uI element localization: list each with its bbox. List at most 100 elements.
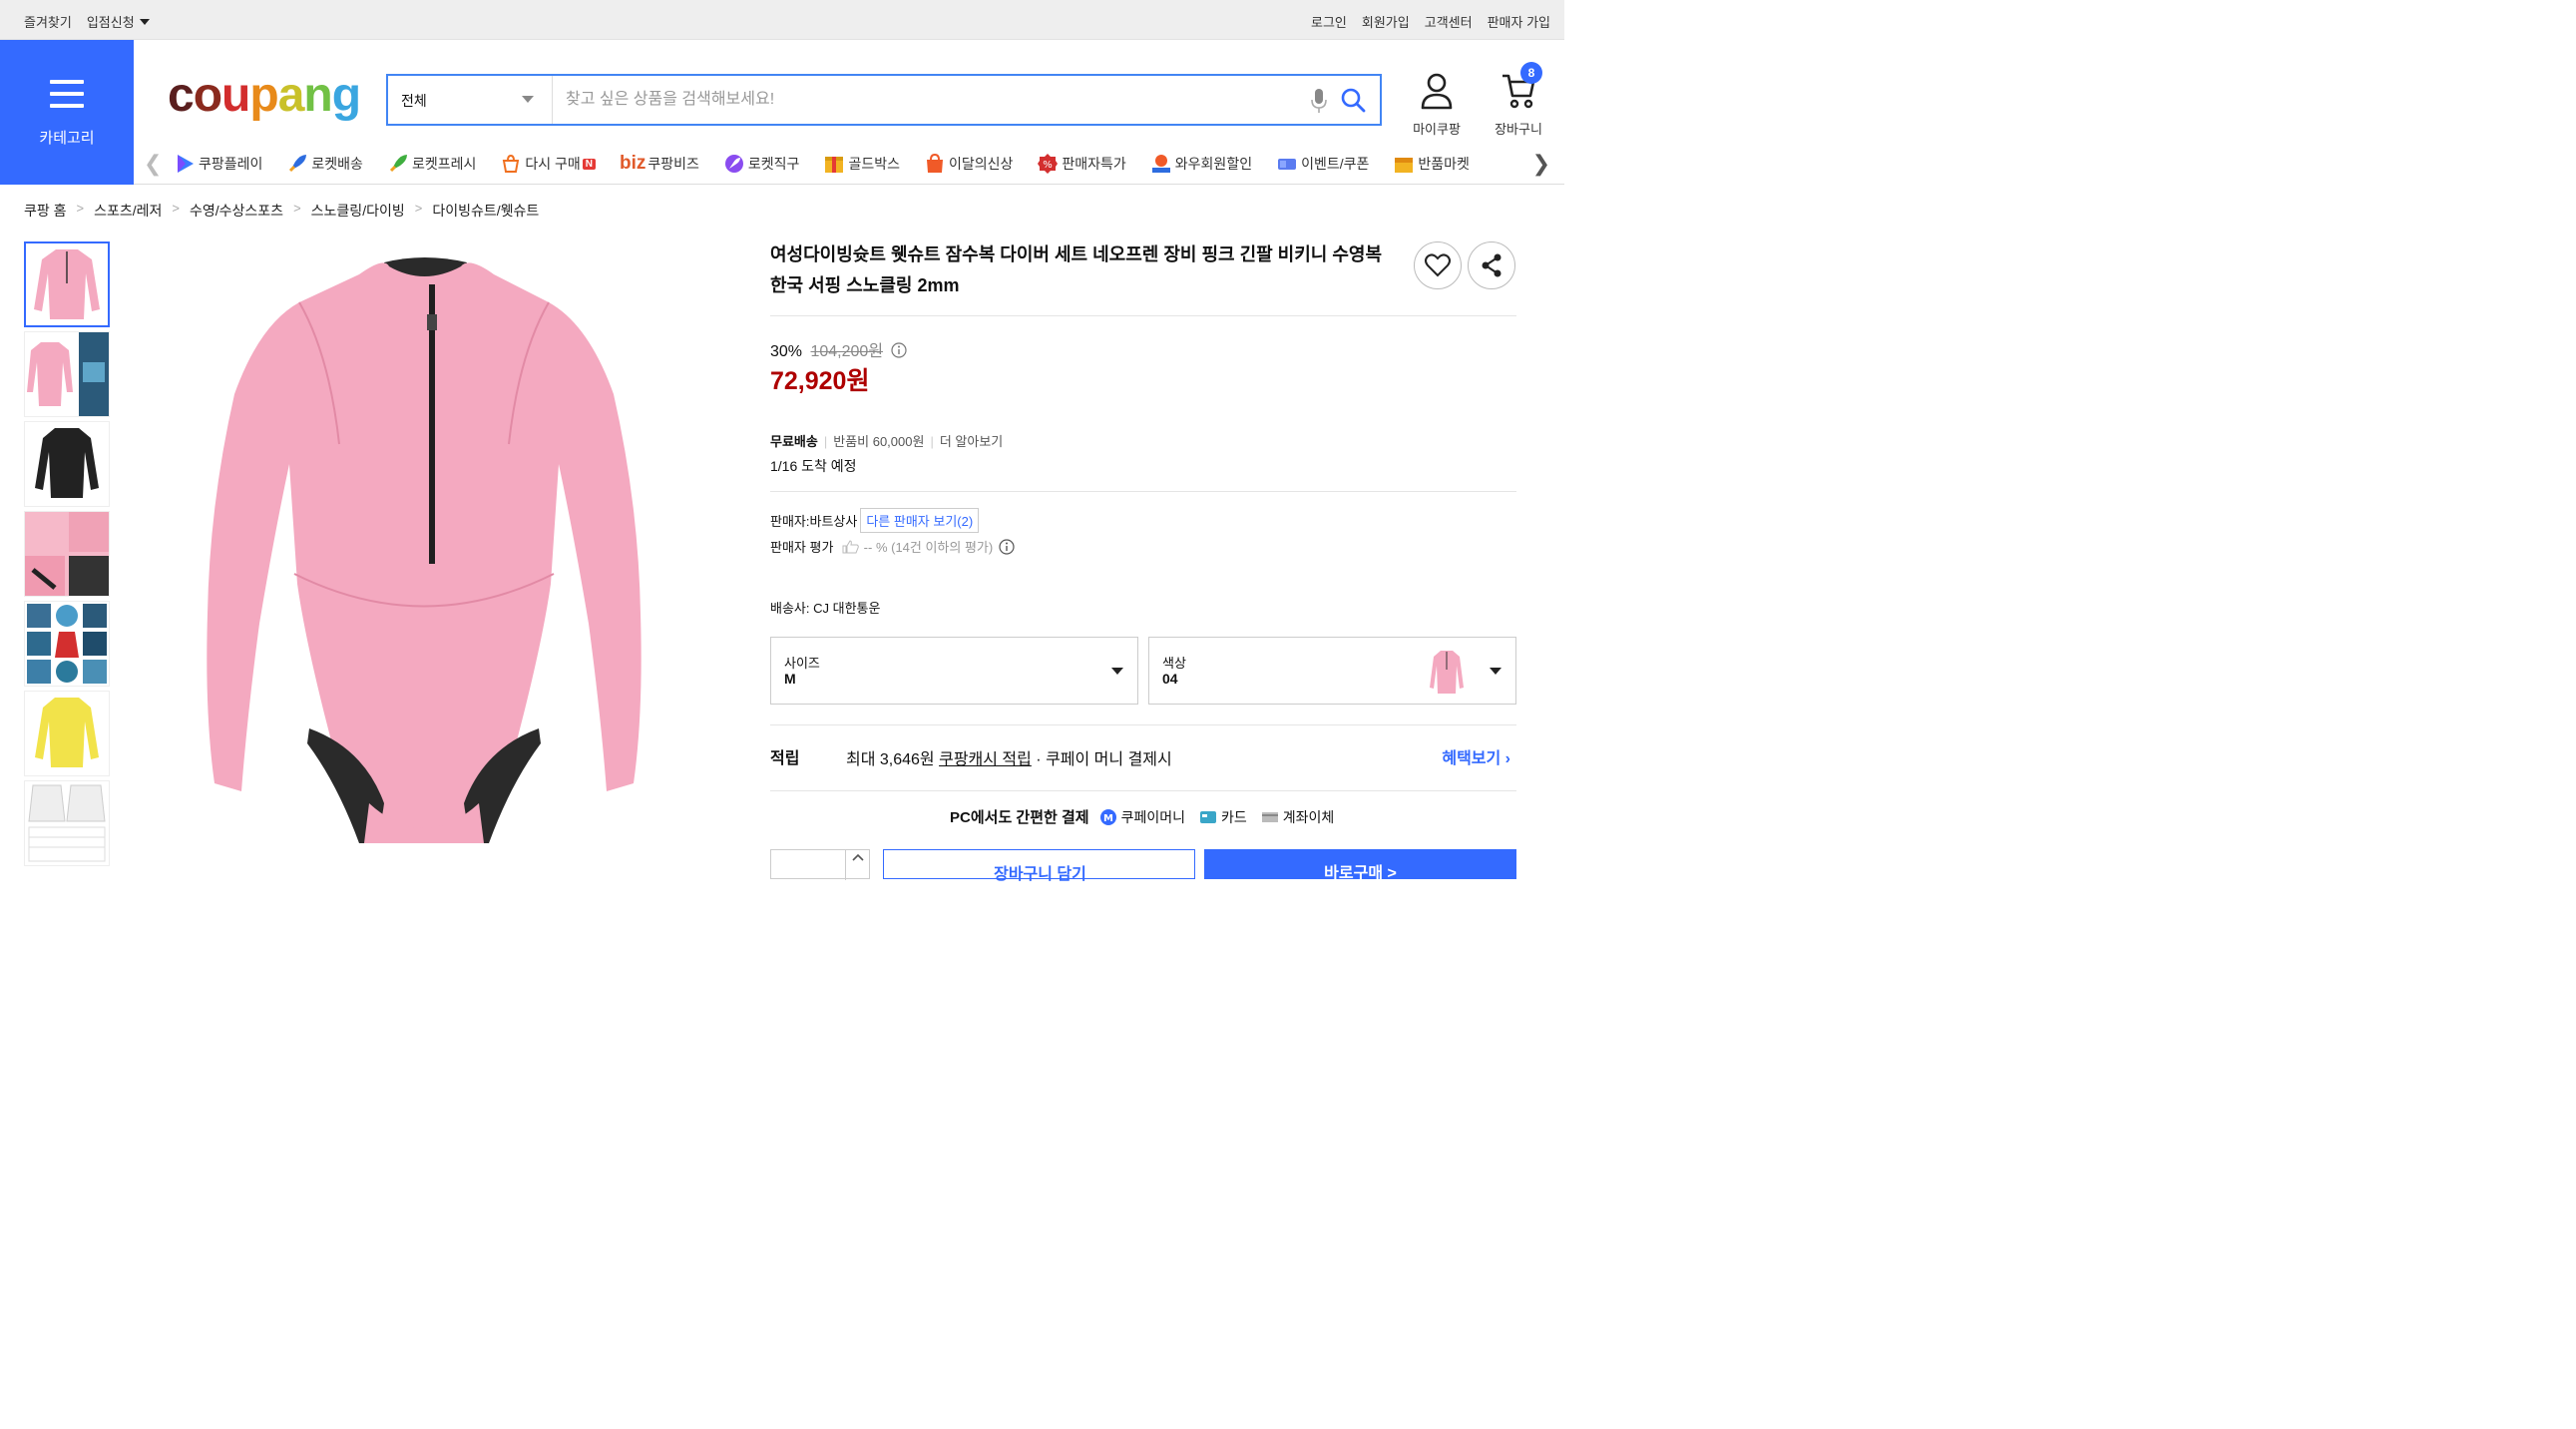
catnav-item-coupang-play[interactable]: 쿠팡플레이 bbox=[174, 144, 262, 184]
biz-icon: biz bbox=[620, 153, 646, 174]
catnav-item-rocket-global[interactable]: 로켓직구 bbox=[723, 144, 799, 184]
thumbnail-list bbox=[24, 241, 110, 870]
color-select[interactable]: 색상 04 bbox=[1148, 637, 1516, 705]
catnav-item-return-market[interactable]: 반품마켓 bbox=[1393, 144, 1470, 184]
chevron-down-icon bbox=[1111, 668, 1123, 675]
catnav-label: 다시 구매 bbox=[525, 156, 581, 172]
quantity-stepper[interactable] bbox=[770, 849, 870, 880]
breadcrumb-item[interactable]: 스포츠/레저 bbox=[94, 201, 162, 221]
shipping-info: 무료배송 | 반품비 60,000원 | 더 알아보기 bbox=[770, 434, 1004, 449]
chevron-down-icon bbox=[1490, 668, 1502, 675]
catnav-item-rocket-fresh[interactable]: 로켓프레시 bbox=[387, 144, 476, 184]
thumbnail-color-grid[interactable] bbox=[24, 601, 110, 687]
hamburger-icon bbox=[50, 80, 84, 116]
seller-signup-link[interactable]: 판매자 가입 bbox=[1488, 12, 1550, 31]
microphone-icon[interactable] bbox=[1310, 88, 1328, 114]
catnav-item-seller-deal[interactable]: % 판매자특가 bbox=[1037, 144, 1126, 184]
catnav-item-new-arrival[interactable]: 이달의신상 bbox=[924, 144, 1013, 184]
info-icon[interactable] bbox=[999, 539, 1015, 555]
coupang-logo[interactable]: coupang bbox=[168, 70, 361, 122]
size-select-value: M bbox=[784, 671, 796, 687]
seller-deal-icon: % bbox=[1038, 154, 1059, 174]
buy-now-button[interactable]: 바로구매 > bbox=[1204, 849, 1516, 882]
bank-icon bbox=[1261, 811, 1278, 822]
payment-method-label: 쿠페이머니 bbox=[1120, 808, 1185, 825]
size-select[interactable]: 사이즈 M bbox=[770, 637, 1138, 705]
main-product-image[interactable] bbox=[190, 244, 658, 863]
thumbnail-pink-suit-collage[interactable] bbox=[24, 331, 110, 417]
catnav-label: 와우회원할인 bbox=[1174, 156, 1253, 172]
thumbnail-pink-suit[interactable] bbox=[24, 241, 110, 327]
top-utility-bar: 즐겨찾기 입점신청 로그인 회원가입 고객센터 판매자 가입 bbox=[0, 0, 1564, 40]
search-icon[interactable] bbox=[1340, 87, 1366, 113]
share-button[interactable] bbox=[1468, 241, 1515, 289]
thumbs-up-icon bbox=[842, 540, 859, 554]
other-sellers-button[interactable]: 다른 판매자 보기(2) bbox=[860, 508, 980, 533]
catnav-item-rebuy[interactable]: 다시 구매 N bbox=[500, 144, 596, 184]
thumbnail-detail-closeups[interactable] bbox=[24, 511, 110, 597]
bookmark-link[interactable]: 즐겨찾기 bbox=[24, 12, 72, 31]
return-fee: 반품비 60,000원 bbox=[833, 434, 925, 449]
info-icon[interactable] bbox=[890, 342, 907, 358]
catnav-label: 쿠팡비즈 bbox=[647, 156, 699, 172]
my-coupang-button[interactable]: 마이쿠팡 bbox=[1407, 72, 1467, 138]
coupang-cash-link[interactable]: 쿠팡캐시 적립 bbox=[939, 751, 1032, 768]
cart-button[interactable]: 8 장바구니 bbox=[1489, 62, 1548, 138]
thumbnail-yellow-suit[interactable] bbox=[24, 691, 110, 776]
divider bbox=[770, 790, 1516, 791]
breadcrumb-item[interactable]: 수영/수상스포츠 bbox=[190, 201, 283, 221]
catnav-item-rocket[interactable]: 로켓배송 bbox=[286, 144, 363, 184]
nav-next-arrow-icon[interactable]: ❯ bbox=[1532, 153, 1550, 175]
card-icon bbox=[1199, 810, 1216, 823]
breadcrumb-item[interactable]: 다이빙슈트/웻슈트 bbox=[432, 201, 539, 221]
seller-rating-row: 판매자 평가 -- % (14건 이하의 평가) bbox=[770, 537, 1015, 556]
divider bbox=[770, 491, 1516, 492]
add-to-cart-label: 장바구니 담기 bbox=[994, 866, 1086, 883]
size-select-label: 사이즈 bbox=[784, 656, 820, 671]
cart-count-badge: 8 bbox=[1520, 62, 1542, 84]
catnav-label: 쿠팡플레이 bbox=[199, 156, 263, 172]
search-category-value: 전체 bbox=[401, 93, 427, 109]
login-link[interactable]: 로그인 bbox=[1311, 12, 1347, 31]
payment-methods-row: PC에서도 간편한 결제 M 쿠페이머니 카드 계좌이체 bbox=[950, 806, 1348, 827]
payment-coupay-money: M 쿠페이머니 bbox=[1099, 807, 1185, 827]
payment-title: PC에서도 간편한 결제 bbox=[950, 809, 1089, 826]
cart-label: 장바구니 bbox=[1495, 122, 1542, 137]
chevron-up-icon bbox=[852, 853, 864, 861]
catnav-item-goldbox[interactable]: 골드박스 bbox=[823, 144, 900, 184]
svg-text:%: % bbox=[1044, 160, 1054, 171]
color-select-label: 색상 bbox=[1162, 656, 1186, 671]
more-info-link[interactable]: 더 알아보기 bbox=[940, 434, 1003, 449]
thumbnail-black-suit[interactable] bbox=[24, 421, 110, 507]
quantity-increase-button[interactable] bbox=[845, 850, 869, 880]
user-icon bbox=[1421, 73, 1453, 110]
coupay-icon: M bbox=[1099, 808, 1116, 825]
reward-text-pre: 최대 3,646원 bbox=[846, 751, 940, 768]
search-category-select[interactable]: 전체 bbox=[388, 76, 553, 124]
my-coupang-label: 마이쿠팡 bbox=[1413, 122, 1461, 137]
thumbnail-size-chart[interactable] bbox=[24, 780, 110, 866]
breadcrumb-item[interactable]: 쿠팡 홈 bbox=[24, 201, 67, 221]
category-menu-button[interactable]: 카테고리 bbox=[0, 40, 134, 185]
wishlist-button[interactable] bbox=[1414, 241, 1462, 289]
reward-label: 적립 bbox=[770, 750, 800, 767]
catnav-label: 반품마켓 bbox=[1418, 156, 1470, 172]
seller-rating-value: -- % (14건 이하의 평가) bbox=[863, 540, 994, 555]
breadcrumb-item[interactable]: 스노클링/다이빙 bbox=[311, 201, 405, 221]
signup-link[interactable]: 회원가입 bbox=[1362, 12, 1410, 31]
catnav-item-biz[interactable]: biz 쿠팡비즈 bbox=[620, 144, 699, 184]
discount-row: 30% 104,200원 bbox=[770, 337, 907, 361]
seller-apply-label: 입점신청 bbox=[86, 15, 135, 30]
customer-center-link[interactable]: 고객센터 bbox=[1425, 12, 1473, 31]
nav-prev-arrow-icon[interactable]: ❮ bbox=[144, 153, 162, 175]
product-title-line-2: 한국 서핑 스노클링 2mm bbox=[770, 275, 960, 295]
search-bar: 전체 bbox=[386, 74, 1382, 126]
color-select-value: 04 bbox=[1162, 671, 1178, 687]
seller-apply-link[interactable]: 입점신청 bbox=[87, 12, 150, 31]
benefit-link[interactable]: 혜택보기 › bbox=[1442, 744, 1510, 768]
catnav-item-wow[interactable]: 와우회원할인 bbox=[1150, 144, 1252, 184]
search-input[interactable] bbox=[554, 76, 1282, 124]
add-to-cart-button[interactable]: 장바구니 담기 bbox=[883, 849, 1195, 883]
chevron-right-icon: > bbox=[76, 201, 85, 216]
catnav-item-coupon[interactable]: 이벤트/쿠폰 bbox=[1276, 144, 1369, 184]
